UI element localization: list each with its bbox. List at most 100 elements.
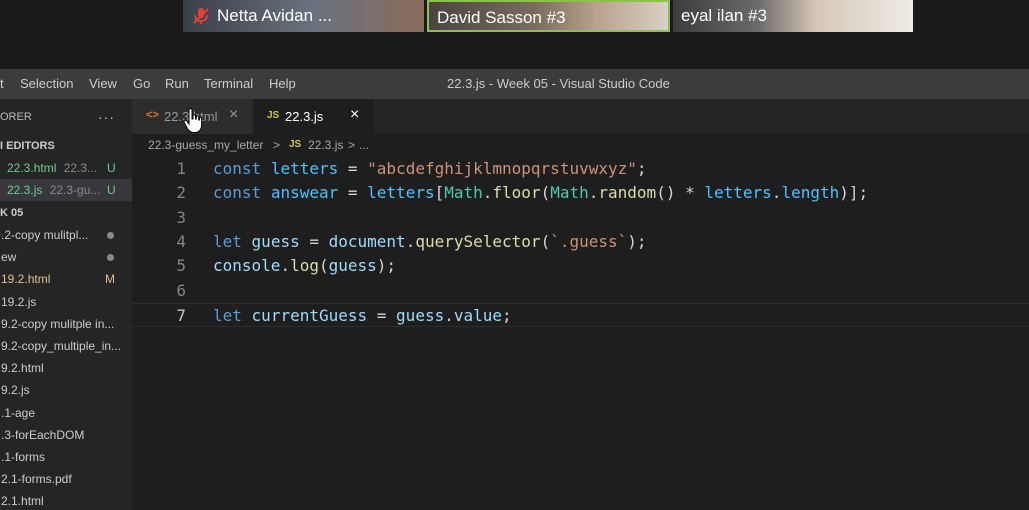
line-number: 6 [176, 280, 186, 300]
js-file-icon: JS [267, 110, 280, 121]
chevron-right-icon: > [273, 138, 281, 152]
menu-terminal[interactable]: Terminal [204, 76, 253, 91]
code-token: = [367, 305, 397, 325]
menu-run[interactable]: Run [165, 76, 189, 91]
code-text: let guess = document.querySelector(`.gue… [213, 230, 647, 254]
code-editor[interactable]: 1 const letters = "abcdefghijklmnopqrstuv… [132, 156, 1029, 510]
code-token: `.guess` [550, 231, 628, 251]
code-text: const answear = letters[Math.floor(Math.… [213, 181, 868, 205]
tab-22-3-js[interactable]: JS 22.3.js × [254, 99, 374, 134]
code-token: [ [434, 183, 445, 203]
code-text: console.log(guess); [213, 254, 396, 278]
open-editor-item[interactable]: 22.3.html 22.3... U [0, 157, 132, 179]
code-line[interactable]: 1 const letters = "abcdefghijklmnopqrstuv… [132, 157, 1029, 181]
code-token: . [444, 305, 454, 325]
participant-tile-1[interactable]: Netta Avidan ... [183, 0, 424, 32]
file-hint: 22.3... [63, 161, 98, 175]
participant-tile-3[interactable]: eyal ilan #3 [673, 0, 913, 32]
code-line[interactable]: 7 let currentGuess = guess.value; [132, 302, 1029, 327]
code-token: log [290, 256, 319, 276]
file-label: .3-forEachDOM [1, 427, 85, 442]
code-line[interactable]: 2 const answear = letters[Math.floor(Math… [132, 181, 1029, 205]
file-tree-item[interactable]: 19.2.html M [0, 268, 132, 290]
participant-name: eyal ilan #3 [681, 6, 768, 25]
menu-help[interactable]: Help [269, 76, 296, 91]
file-tree-item[interactable]: .1-age [0, 402, 132, 424]
code-line[interactable]: 4 let guess = document.querySelector(`.gu… [132, 230, 1029, 254]
file-tree-item[interactable]: .2-copy mulitpl... [0, 224, 132, 246]
code-token: = [338, 159, 368, 178]
explorer-header: ORER ··· [0, 106, 132, 128]
code-token: guess [251, 231, 300, 251]
code-token: ; [636, 159, 647, 178]
code-token: querySelector [415, 231, 541, 251]
code-token: . [280, 256, 291, 276]
close-icon[interactable]: × [350, 106, 359, 124]
file-tree-item[interactable]: 9.2-copy_multiple_in... [0, 335, 132, 357]
more-actions-icon[interactable]: ··· [98, 106, 115, 128]
code-token: Math [444, 183, 483, 203]
mic-off-icon [193, 8, 209, 24]
file-tree-item[interactable]: .3-forEachDOM [0, 424, 132, 446]
line-number: 4 [176, 231, 186, 251]
code-line[interactable]: 6 [132, 279, 1029, 303]
menu-view[interactable]: View [89, 76, 117, 91]
git-status-badge: U [107, 161, 116, 175]
code-line[interactable]: 5 console.log(guess); [132, 254, 1029, 278]
menu-file[interactable]: t [0, 76, 4, 91]
file-tree-item[interactable]: 9.2.js [0, 379, 132, 401]
code-token: ; [502, 305, 512, 325]
open-editor-item[interactable]: 22.3.js 22.3-gu... U [0, 179, 132, 201]
file-label: 9.2-copy mulitple in... [1, 316, 115, 331]
modified-dot-icon [107, 232, 114, 239]
code-token: value [453, 305, 503, 325]
file-label: ew [1, 250, 17, 265]
code-token: letters [704, 183, 772, 203]
file-label: 19.2.html [1, 272, 51, 287]
code-token: floor [492, 183, 541, 203]
folder-section[interactable]: K 05 [0, 202, 132, 224]
code-token: Math [550, 183, 589, 203]
line-number: 2 [176, 183, 186, 203]
file-tree-item[interactable]: .1-forms [0, 446, 132, 468]
file-label: 22.3.js [7, 183, 43, 197]
file-label: 2.1-forms.pdf [1, 472, 72, 487]
file-tree-item[interactable]: 9.2-copy mulitple in... [0, 313, 132, 335]
file-tree-item[interactable]: 19.2.js [0, 291, 132, 313]
code-token: ( [318, 256, 329, 276]
menu-selection[interactable]: Selection [20, 76, 73, 91]
code-token: const [213, 159, 262, 178]
explorer-sidebar: ORER ··· I EDITORS 22.3.html 22.3... U 2… [0, 99, 132, 510]
participant-tile-2[interactable]: David Sasson #3 [427, 0, 670, 32]
code-token: "abcdefghijklmnopqrstuvwxyz" [367, 159, 637, 178]
file-label: 19.2.js [1, 294, 37, 309]
file-label: 9.2-copy_multiple_in... [1, 339, 122, 353]
close-icon[interactable]: × [229, 106, 238, 124]
participant-name: David Sasson #3 [437, 8, 566, 27]
code-text: const letters = "abcdefghijklmnopqrstuvw… [213, 157, 647, 181]
line-number: 5 [176, 256, 186, 276]
file-tree-item[interactable]: 9.2.html [0, 357, 132, 379]
tab-label: 22.3.js [285, 109, 324, 124]
code-token: () * [656, 183, 705, 203]
open-editors-section[interactable]: I EDITORS [0, 135, 132, 157]
code-token: guess [328, 256, 377, 276]
menu-go[interactable]: Go [133, 76, 150, 91]
code-token: . [405, 231, 416, 251]
code-line[interactable]: 3 [132, 206, 1029, 230]
editor-tab-bar: <> 22.3.html × JS 22.3.js × [132, 99, 1029, 134]
breadcrumb-symbol[interactable]: ... [359, 138, 369, 152]
file-tree-item[interactable]: 2.1-forms.pdf [0, 468, 132, 490]
breadcrumb-folder[interactable]: 22.3-guess_my_letter [148, 138, 263, 152]
file-label: 2.1.html [1, 494, 44, 509]
file-hint: 22.3-gu... [49, 183, 101, 197]
breadcrumb-file[interactable]: 22.3.js [308, 138, 343, 152]
file-tree-item[interactable]: 2.1.html [0, 490, 132, 510]
code-token: length [781, 183, 840, 203]
line-number: 1 [176, 159, 186, 178]
code-token: . [482, 183, 493, 203]
code-token: = [338, 183, 368, 203]
file-tree-item[interactable]: ew [0, 246, 132, 268]
section-label: I EDITORS [0, 140, 55, 152]
